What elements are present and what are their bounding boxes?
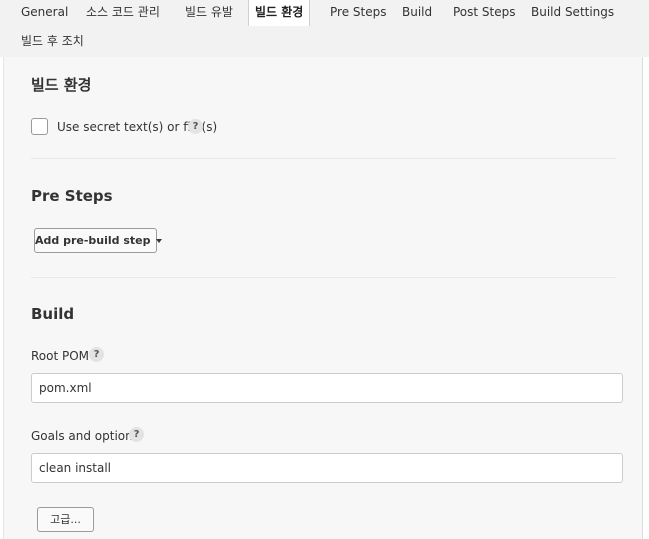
tab-pre-steps[interactable]: Pre Steps: [330, 0, 386, 27]
section-title-build-environment: 빌드 환경: [31, 76, 92, 94]
section-title-build: Build: [31, 305, 75, 323]
goals-options-help-icon[interactable]: ?: [129, 427, 144, 442]
section-divider: [31, 158, 616, 159]
root-pom-label: Root POM: [31, 349, 90, 363]
config-tab-bar: General 소스 코드 관리 빌드 유발 빌드 환경 Pre Steps B…: [0, 0, 649, 57]
config-content: 빌드 환경 Use secret text(s) or file(s) ? Pr…: [3, 57, 643, 539]
section-title-pre-steps: Pre Steps: [31, 187, 113, 205]
root-pom-input[interactable]: pom.xml: [31, 373, 623, 403]
root-pom-help-icon[interactable]: ?: [89, 347, 104, 362]
tab-general[interactable]: General: [21, 0, 68, 27]
tab-post-steps[interactable]: Post Steps: [453, 0, 516, 27]
tab-build-triggers[interactable]: 빌드 유발: [185, 0, 233, 27]
goals-options-input[interactable]: clean install: [31, 453, 623, 483]
add-pre-build-step-button[interactable]: Add pre-build step: [34, 228, 162, 253]
advanced-button[interactable]: 고급...: [37, 507, 94, 532]
goals-options-label: Goals and options: [31, 429, 139, 443]
tab-post-build-actions[interactable]: 빌드 후 조치: [21, 29, 84, 56]
tab-build[interactable]: Build: [402, 0, 432, 27]
secret-help-icon[interactable]: ?: [188, 119, 203, 134]
secret-checkbox[interactable]: [31, 118, 48, 135]
tab-build-environment[interactable]: 빌드 환경: [248, 0, 311, 26]
chevron-down-icon: [155, 239, 162, 243]
add-pre-build-step-label: Add pre-build step: [35, 234, 151, 247]
tab-source-code-management[interactable]: 소스 코드 관리: [86, 0, 160, 27]
section-divider: [31, 277, 616, 278]
tab-build-settings[interactable]: Build Settings: [531, 0, 614, 27]
